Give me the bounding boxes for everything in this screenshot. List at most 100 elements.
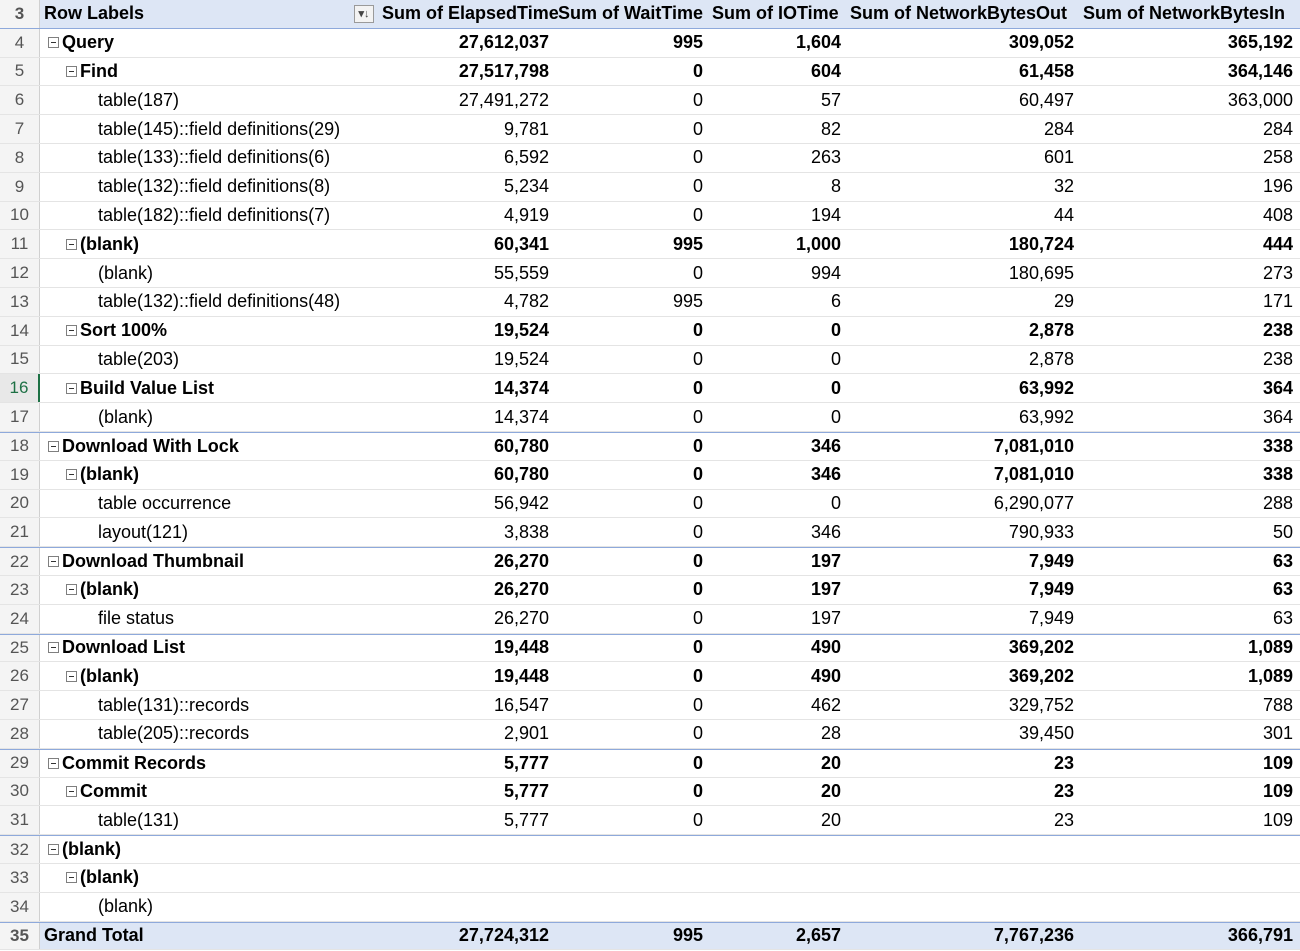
- row-label-cell[interactable]: Query: [40, 29, 378, 57]
- grand-total-wait[interactable]: 995: [554, 923, 708, 950]
- row-number[interactable]: 27: [0, 691, 40, 719]
- bytes-in-value-cell[interactable]: 50: [1079, 518, 1298, 546]
- row-number[interactable]: 32: [0, 836, 40, 863]
- io-value-cell[interactable]: 0: [708, 346, 846, 374]
- row-number[interactable]: 9: [0, 172, 40, 201]
- bytes-out-value-cell[interactable]: [846, 893, 1079, 921]
- wait-value-cell[interactable]: 0: [554, 173, 708, 201]
- bytes-in-value-cell[interactable]: 196: [1079, 173, 1298, 201]
- bytes-in-value-cell[interactable]: 301: [1079, 720, 1298, 748]
- bytes-out-value-cell[interactable]: 369,202: [846, 635, 1079, 662]
- row-number[interactable]: 17: [0, 403, 40, 431]
- bytes-out-value-cell[interactable]: 39,450: [846, 720, 1079, 748]
- table-row[interactable]: 6 table(187) 27,491,272 0 57 60,497 363,000: [0, 86, 1300, 116]
- row-label-cell[interactable]: table(203): [40, 346, 378, 374]
- bytes-in-value-cell[interactable]: 788: [1079, 691, 1298, 719]
- io-value-cell[interactable]: 490: [708, 635, 846, 662]
- table-row[interactable]: 10 table(182)::field definitions(7) 4,919 0…: [0, 201, 1300, 231]
- bytes-in-value-cell[interactable]: 63: [1079, 548, 1298, 575]
- io-value-cell[interactable]: 197: [708, 548, 846, 575]
- table-row[interactable]: 21 layout(121) 3,838 0 346 790,933 50: [0, 518, 1300, 548]
- row-number[interactable]: 22: [0, 548, 40, 575]
- table-row[interactable]: 4 Query 27,612,037 995 1,604 309,052 365,192: [0, 28, 1300, 58]
- elapsed-value-cell[interactable]: 26,270: [378, 548, 554, 575]
- row-number[interactable]: 15: [0, 345, 40, 374]
- bytes-in-value-cell[interactable]: 63: [1079, 605, 1298, 633]
- bytes-out-value-cell[interactable]: 23: [846, 806, 1079, 834]
- collapse-icon[interactable]: [48, 440, 59, 452]
- bytes-in-value-cell[interactable]: 258: [1079, 144, 1298, 172]
- row-number[interactable]: 24: [0, 604, 40, 633]
- row-label-cell[interactable]: (blank): [40, 403, 378, 431]
- wait-value-cell[interactable]: 0: [554, 605, 708, 633]
- table-row[interactable]: 14 Sort 100% 19,524 0 0 2,878 238: [0, 316, 1300, 346]
- bytes-in-value-cell[interactable]: 364: [1079, 374, 1298, 402]
- elapsed-value-cell[interactable]: 4,782: [378, 288, 554, 316]
- table-row[interactable]: 9 table(132)::field definitions(8) 5,234 0 8…: [0, 172, 1300, 202]
- elapsed-value-cell[interactable]: 6,592: [378, 144, 554, 172]
- collapse-icon[interactable]: [66, 872, 77, 884]
- io-value-cell[interactable]: 604: [708, 58, 846, 86]
- bytes-in-value-cell[interactable]: 284: [1079, 115, 1298, 143]
- bytes-out-value-cell[interactable]: 180,724: [846, 230, 1079, 258]
- wait-value-cell[interactable]: 0: [554, 576, 708, 604]
- row-number[interactable]: 16: [0, 374, 40, 403]
- elapsed-value-cell[interactable]: 19,524: [378, 317, 554, 345]
- collapse-icon[interactable]: [66, 382, 77, 394]
- wait-value-cell[interactable]: 995: [554, 29, 708, 57]
- elapsed-value-cell[interactable]: 27,612,037: [378, 29, 554, 57]
- bytes-in-value-cell[interactable]: 109: [1079, 778, 1298, 806]
- bytes-in-value-cell[interactable]: [1079, 836, 1298, 863]
- bytes-in-value-cell[interactable]: 364,146: [1079, 58, 1298, 86]
- elapsed-value-cell[interactable]: [378, 836, 554, 863]
- io-value-cell[interactable]: 0: [708, 490, 846, 518]
- table-row[interactable]: 33 (blank): [0, 863, 1300, 893]
- io-value-cell[interactable]: [708, 836, 846, 863]
- collapse-icon[interactable]: [48, 844, 59, 855]
- elapsed-value-cell[interactable]: 60,341: [378, 230, 554, 258]
- elapsed-value-cell[interactable]: 2,901: [378, 720, 554, 748]
- bytes-out-value-cell[interactable]: 284: [846, 115, 1079, 143]
- bytes-out-value-cell[interactable]: 369,202: [846, 662, 1079, 690]
- io-time-header[interactable]: Sum of IOTime: [708, 0, 846, 28]
- row-number[interactable]: 20: [0, 489, 40, 518]
- table-row[interactable]: 23 (blank) 26,270 0 197 7,949 63: [0, 575, 1300, 605]
- row-number[interactable]: 8: [0, 143, 40, 172]
- bytes-out-value-cell[interactable]: 32: [846, 173, 1079, 201]
- elapsed-value-cell[interactable]: 5,777: [378, 778, 554, 806]
- table-row[interactable]: 5 Find 27,517,798 0 604 61,458 364,146: [0, 57, 1300, 87]
- bytes-in-value-cell[interactable]: [1079, 893, 1298, 921]
- wait-value-cell[interactable]: 0: [554, 202, 708, 230]
- row-label-cell[interactable]: table(187): [40, 86, 378, 114]
- row-label-cell[interactable]: (blank): [40, 461, 378, 489]
- bytes-out-value-cell[interactable]: 329,752: [846, 691, 1079, 719]
- io-value-cell[interactable]: [708, 864, 846, 892]
- row-number[interactable]: 30: [0, 777, 40, 806]
- table-row[interactable]: 29 Commit Records 5,777 0 20 23 109: [0, 748, 1300, 778]
- io-value-cell[interactable]: 1,604: [708, 29, 846, 57]
- elapsed-value-cell[interactable]: 14,374: [378, 403, 554, 431]
- bytes-out-value-cell[interactable]: 44: [846, 202, 1079, 230]
- table-row[interactable]: 24 file status 26,270 0 197 7,949 63: [0, 604, 1300, 634]
- bytes-in-value-cell[interactable]: 363,000: [1079, 86, 1298, 114]
- wait-value-cell[interactable]: 0: [554, 662, 708, 690]
- elapsed-value-cell[interactable]: 5,777: [378, 750, 554, 777]
- row-label-cell[interactable]: (blank): [40, 893, 378, 921]
- bytes-in-value-cell[interactable]: 109: [1079, 750, 1298, 777]
- network-bytes-in-header[interactable]: Sum of NetworkBytesIn: [1079, 0, 1298, 28]
- collapse-icon[interactable]: [66, 785, 77, 797]
- row-label-cell[interactable]: Sort 100%: [40, 317, 378, 345]
- io-value-cell[interactable]: 0: [708, 403, 846, 431]
- row-number[interactable]: 3: [0, 0, 40, 28]
- row-label-cell[interactable]: Commit: [40, 778, 378, 806]
- row-number[interactable]: 35: [0, 922, 40, 950]
- row-number[interactable]: 7: [0, 115, 40, 143]
- row-number[interactable]: 6: [0, 86, 40, 115]
- wait-value-cell[interactable]: 0: [554, 86, 708, 114]
- table-row[interactable]: 32 (blank): [0, 835, 1300, 864]
- elapsed-value-cell[interactable]: 9,781: [378, 115, 554, 143]
- io-value-cell[interactable]: 346: [708, 518, 846, 546]
- bytes-out-value-cell[interactable]: 7,081,010: [846, 461, 1079, 489]
- row-labels-header[interactable]: Row Labels ▾↓: [40, 0, 378, 28]
- table-row[interactable]: 22 Download Thumbnail 26,270 0 197 7,949 63: [0, 547, 1300, 576]
